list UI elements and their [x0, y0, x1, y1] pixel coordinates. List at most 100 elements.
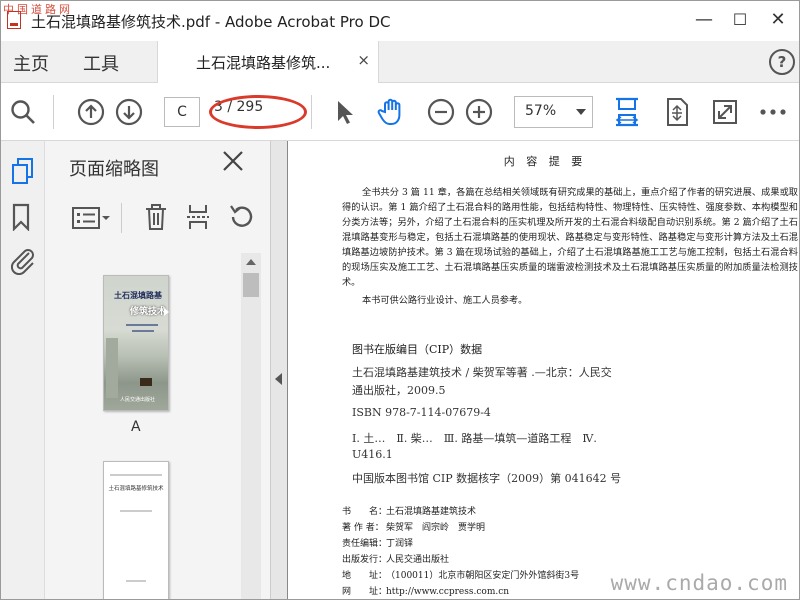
tab-tools[interactable]: 工具 [83, 50, 119, 76]
thumbnail-list: 土石混填路基 修筑技术 人民交通出版社 A 土石混填路基修筑技术 [45, 253, 241, 599]
paperclip-icon [10, 249, 34, 276]
expand-icon [713, 100, 737, 124]
page-thumbnails-panel: 页面缩略图 土石混填路基 修筑技术 人民交通出版社 A 土石混填路基修筑技术 [45, 141, 271, 599]
close-tab-button[interactable]: × [357, 51, 370, 69]
thumbnail-options-button[interactable] [71, 205, 111, 235]
thumb-title-text: 土石混填路基修筑技术 [108, 486, 164, 492]
cip-line: 通出版社，2009.5 [352, 384, 446, 397]
acrobat-window: 中国道路网 土石混填路基修筑技术.pdf - Adobe Acrobat Pro… [0, 0, 800, 600]
rotate-icon [230, 205, 253, 227]
panel-toolbar [45, 199, 271, 239]
cover-title: 土石混填路基 [114, 290, 162, 300]
document-tab-label: 土石混填路基修筑... [196, 54, 331, 72]
cover-rule [126, 324, 158, 326]
hand-tool-button[interactable] [375, 96, 407, 128]
cip-heading: 图书在版编目（CIP）数据 [352, 343, 483, 356]
delete-pages-button[interactable] [143, 203, 169, 235]
zoom-out-icon [427, 98, 455, 126]
attachments-button[interactable] [10, 247, 36, 276]
document-page: 内 容 提 要 全书共分 3 篇 11 章，各篇在总结相关领域既有研究成果的基础… [288, 141, 799, 599]
imprint-row: 书 名：土石混填路基建筑技术 [342, 507, 477, 517]
bookmark-icon [12, 203, 30, 232]
imprint-row: 出版发行：人民交通出版社 [342, 555, 450, 565]
close-panel-button[interactable] [221, 149, 245, 178]
scrollbar-thumb[interactable] [243, 273, 259, 297]
close-window-button[interactable]: ✕ [765, 7, 791, 33]
fit-width-icon [615, 97, 639, 127]
thumbnail-scrollbar[interactable] [241, 253, 261, 599]
summary-heading: 内 容 提 要 [503, 155, 587, 168]
help-button[interactable]: ? [769, 49, 795, 75]
cover-vehicle [140, 378, 152, 386]
fit-width-button[interactable] [611, 96, 643, 128]
tab-home[interactable]: 主页 [13, 50, 49, 76]
cip-library-number: 中国版本图书馆 CIP 数据核字（2009）第 041642 号 [352, 472, 622, 485]
page-thumbnails-icon [12, 158, 33, 184]
scroll-up-icon[interactable] [246, 259, 256, 265]
tab-bar: 主页 工具 土石混填路基修筑... × ? [1, 41, 799, 83]
navigation-rail [1, 141, 45, 599]
chevron-left-icon [275, 373, 282, 385]
zoom-in-icon [465, 98, 493, 126]
cip-line: 土石混填路基建筑技术 / 柴贺军等著 .—北京：人民交 [352, 366, 612, 379]
page-thumbnail-cover[interactable]: 土石混填路基 修筑技术 人民交通出版社 [103, 275, 169, 411]
next-page-button[interactable] [113, 96, 145, 128]
imprint-row: 著 作 者： 柴贺军 阎宗岭 贾学明 [342, 523, 486, 533]
tab-document[interactable]: 土石混填路基修筑... × [157, 41, 379, 83]
cover-rule [132, 330, 154, 332]
chevron-down-icon [576, 109, 586, 115]
previous-page-button[interactable] [75, 96, 107, 128]
summary-paragraph: 全书共分 3 篇 11 章，各篇在总结相关领域既有研究成果的基础上，重点介绍了作… [342, 187, 798, 288]
thumb-text-line [120, 510, 152, 512]
zoom-out-button[interactable] [425, 96, 457, 128]
hand-icon [377, 98, 401, 125]
arrow-up-circle-icon [77, 98, 105, 126]
page-thumbnails-button[interactable] [10, 157, 36, 184]
cursor-arrow-icon [338, 101, 353, 124]
fit-page-button[interactable] [661, 96, 693, 128]
cover-arrow-icon [164, 308, 169, 316]
zoom-level-dropdown[interactable]: 57% [514, 96, 593, 128]
cover-subtitle: 修筑技术 [130, 307, 167, 317]
trash-icon [146, 204, 166, 230]
fit-page-icon [667, 98, 688, 126]
document-view[interactable]: 内 容 提 要 全书共分 3 篇 11 章，各篇在总结相关领域既有研究成果的基础… [287, 141, 799, 599]
toolbar-separator [53, 95, 54, 129]
summary-audience: 本书可供公路行业设计、施工人员参考。 [362, 295, 528, 306]
more-dots-icon [760, 109, 786, 115]
extract-pages-button[interactable] [185, 203, 211, 235]
window-title: 土石混填路基修筑技术.pdf - Adobe Acrobat Pro DC [31, 13, 391, 31]
bookmarks-button[interactable] [10, 203, 36, 232]
imprint-row: 地 址：（100011）北京市朝阳区安定门外外馆斜街3号 [342, 571, 580, 581]
panel-title: 页面缩略图 [69, 159, 159, 180]
toolbar-separator [311, 95, 312, 129]
zoom-level-value: 57% [525, 103, 557, 119]
maximize-button[interactable]: ☐ [727, 7, 753, 33]
thumb-text-line [126, 580, 146, 582]
main-toolbar: C 3 / 295 57% [1, 83, 799, 141]
page-number-input[interactable]: C [164, 97, 200, 127]
cip-classification: U416.1 [352, 448, 393, 461]
cip-isbn: ISBN 978-7-114-07679-4 [352, 406, 491, 419]
imprint-row: 网 址：http://www.ccpress.com.cn [342, 587, 510, 597]
thumbnail-label: A [131, 419, 141, 435]
panel-toolbar-separator [121, 203, 122, 233]
page-thumbnail-title[interactable]: 土石混填路基修筑技术 [103, 461, 169, 599]
site-watermark: www.cndao.com [610, 571, 788, 595]
rotate-pages-button[interactable] [227, 203, 255, 235]
minimize-button[interactable]: — [691, 7, 717, 33]
title-bar: 中国道路网 土石混填路基修筑技术.pdf - Adobe Acrobat Pro… [1, 1, 799, 41]
zoom-in-button[interactable] [463, 96, 495, 128]
cover-publisher: 人民交通出版社 [120, 397, 156, 403]
options-list-icon [72, 207, 110, 229]
extract-pages-icon [187, 205, 209, 229]
panel-collapse-handle[interactable] [271, 141, 287, 599]
more-tools-button[interactable] [757, 96, 789, 128]
full-screen-button[interactable] [709, 96, 741, 128]
close-icon [223, 151, 243, 171]
arrow-down-circle-icon [115, 98, 143, 126]
select-tool-button[interactable] [329, 96, 361, 128]
search-icon [11, 100, 35, 124]
red-annotation-ellipse [209, 95, 307, 129]
search-button[interactable] [7, 96, 39, 128]
